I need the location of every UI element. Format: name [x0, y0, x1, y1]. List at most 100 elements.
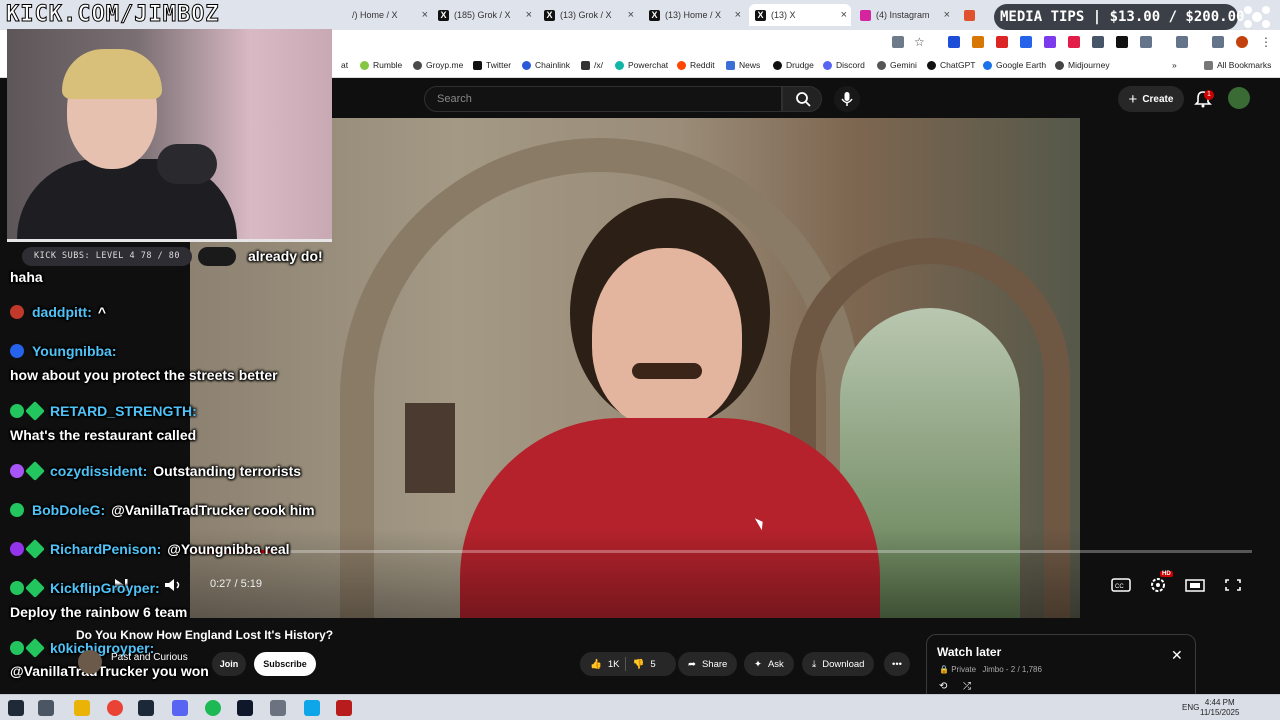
ask-button[interactable]: ✦ Ask: [744, 652, 794, 676]
cast-icon[interactable]: [892, 36, 904, 48]
puzzle-icon[interactable]: [1140, 36, 1152, 48]
system-clock[interactable]: 4:44 PM 11/15/2025: [1200, 698, 1239, 718]
extension-icon[interactable]: [948, 36, 960, 48]
bookmark[interactable]: Drudge: [773, 60, 814, 70]
bookmark[interactable]: Midjourney: [1055, 60, 1110, 70]
close-icon[interactable]: ×: [841, 9, 847, 21]
start-icon[interactable]: [8, 700, 24, 716]
browser-tab[interactable]: (4) Instagram ×: [854, 4, 954, 26]
spotify-icon[interactable]: [205, 700, 221, 716]
screen: /) Home / X × X (185) Grok / X × X (13) …: [0, 0, 1280, 720]
browser-tab[interactable]: X (13) Grok / X ×: [538, 4, 638, 26]
drudge-icon: [773, 60, 782, 70]
fullscreen-icon[interactable]: [1222, 576, 1244, 594]
file-explorer-icon[interactable]: [74, 700, 90, 716]
steam-icon[interactable]: [138, 700, 154, 716]
theater-mode-icon[interactable]: [1184, 576, 1206, 594]
extension-icon[interactable]: [1044, 36, 1056, 48]
star-icon[interactable]: ☆: [914, 36, 926, 48]
join-button[interactable]: Join: [212, 652, 246, 676]
captions-icon[interactable]: CC: [1110, 576, 1132, 594]
midjourney-icon: [1055, 60, 1064, 70]
chat-text: @Youngnibba real: [167, 541, 290, 557]
face: [592, 248, 742, 428]
close-icon[interactable]: ×: [526, 9, 532, 21]
kebab-menu-icon[interactable]: ⋮: [1260, 36, 1272, 48]
bookmark[interactable]: News: [726, 60, 760, 70]
browser-tab[interactable]: X (13) Home / X ×: [643, 4, 745, 26]
profile-avatar[interactable]: [1236, 36, 1248, 48]
news-icon: [726, 60, 735, 70]
search-input[interactable]: Search: [424, 86, 782, 112]
thumbs-down-icon[interactable]: 👎: [632, 659, 644, 670]
bookmark[interactable]: Chainlink: [522, 60, 570, 70]
download-button[interactable]: ⤓ Download: [802, 652, 875, 676]
bookmark[interactable]: at: [341, 60, 348, 70]
like-count[interactable]: 1K: [608, 659, 620, 670]
loop-icon[interactable]: ⟲: [939, 681, 947, 692]
bookmark[interactable]: Powerchat: [615, 60, 668, 70]
app-icon[interactable]: [270, 700, 286, 716]
terminal-icon[interactable]: [237, 700, 253, 716]
share-button[interactable]: ➦ Share: [678, 652, 738, 676]
extension-icon[interactable]: [1068, 36, 1080, 48]
bookmark[interactable]: ChatGPT: [927, 60, 975, 70]
bookmark[interactable]: Rumble: [360, 60, 402, 70]
dislike-count[interactable]: 5: [650, 659, 655, 670]
x-logo-icon: X: [544, 9, 555, 21]
close-icon[interactable]: ×: [422, 9, 428, 21]
chat-text: Deploy the rainbow 6 team: [10, 604, 188, 620]
chat-username: KickflipGroyper:: [50, 580, 160, 596]
bookmark[interactable]: /x/: [581, 60, 603, 70]
green-diamond-icon: [25, 539, 45, 559]
bookmark-label: Rumble: [373, 60, 403, 70]
voice-search-button[interactable]: [834, 86, 860, 112]
x-logo-icon[interactable]: [1116, 36, 1128, 48]
browser-tab[interactable]: X (185) Grok / X ×: [432, 4, 536, 26]
streamer-hair: [62, 49, 162, 99]
subscribe-button[interactable]: Subscribe: [254, 652, 316, 676]
language-indicator[interactable]: ENG: [1182, 703, 1199, 712]
extension-icon[interactable]: [1092, 36, 1104, 48]
task-view-icon[interactable]: [38, 700, 54, 716]
create-button[interactable]: + Create: [1118, 86, 1184, 112]
sidebar-icon[interactable]: [1176, 36, 1188, 48]
channel-avatar[interactable]: [78, 650, 102, 674]
browser-tab-active[interactable]: X (13) X ×: [749, 4, 851, 26]
shuffle-icon[interactable]: ⤮: [963, 681, 971, 692]
bookmark-label: Reddit: [690, 60, 715, 70]
extension-icon[interactable]: [972, 36, 984, 48]
windows-taskbar: ENG 4:44 PM 11/15/2025: [0, 694, 1280, 720]
clock-date: 11/15/2025: [1200, 708, 1240, 717]
app-icon[interactable]: [336, 700, 352, 716]
chrome-icon[interactable]: [107, 700, 123, 716]
account-avatar[interactable]: [1228, 87, 1250, 109]
close-icon[interactable]: ×: [735, 9, 741, 21]
browser-tab[interactable]: /) Home / X ×: [346, 4, 432, 26]
app-icon[interactable]: [304, 700, 320, 716]
clock-time: 4:44 PM: [1204, 698, 1235, 707]
bookmark[interactable]: Twitter: [473, 60, 511, 70]
chat-message: how about you protect the streets better: [10, 367, 278, 383]
chevron-right-icon[interactable]: »: [1172, 60, 1177, 70]
bookmark[interactable]: Google Earth: [983, 60, 1046, 70]
channel-name[interactable]: Past and Curious: [111, 652, 188, 663]
bookmark[interactable]: Gemini: [877, 60, 917, 70]
all-bookmarks[interactable]: All Bookmarks: [1204, 60, 1271, 70]
extension-icon[interactable]: [996, 36, 1008, 48]
bookmark[interactable]: Reddit: [677, 60, 715, 70]
download-icon[interactable]: [1212, 36, 1224, 48]
search-button[interactable]: [782, 86, 822, 112]
discord-icon[interactable]: [172, 700, 188, 716]
create-label: Create: [1142, 93, 1174, 105]
extension-icon[interactable]: [1020, 36, 1032, 48]
close-icon[interactable]: ✕: [1171, 647, 1183, 664]
close-icon[interactable]: ×: [628, 9, 634, 21]
browser-tab[interactable]: [958, 4, 988, 26]
bookmark[interactable]: Discord: [823, 60, 865, 70]
close-icon[interactable]: ×: [944, 9, 950, 21]
more-actions-button[interactable]: •••: [884, 652, 910, 676]
bookmark[interactable]: Groyp.me: [413, 60, 463, 70]
settings-gear-icon[interactable]: [1147, 576, 1169, 594]
thumbs-up-icon[interactable]: 👍: [590, 659, 602, 670]
